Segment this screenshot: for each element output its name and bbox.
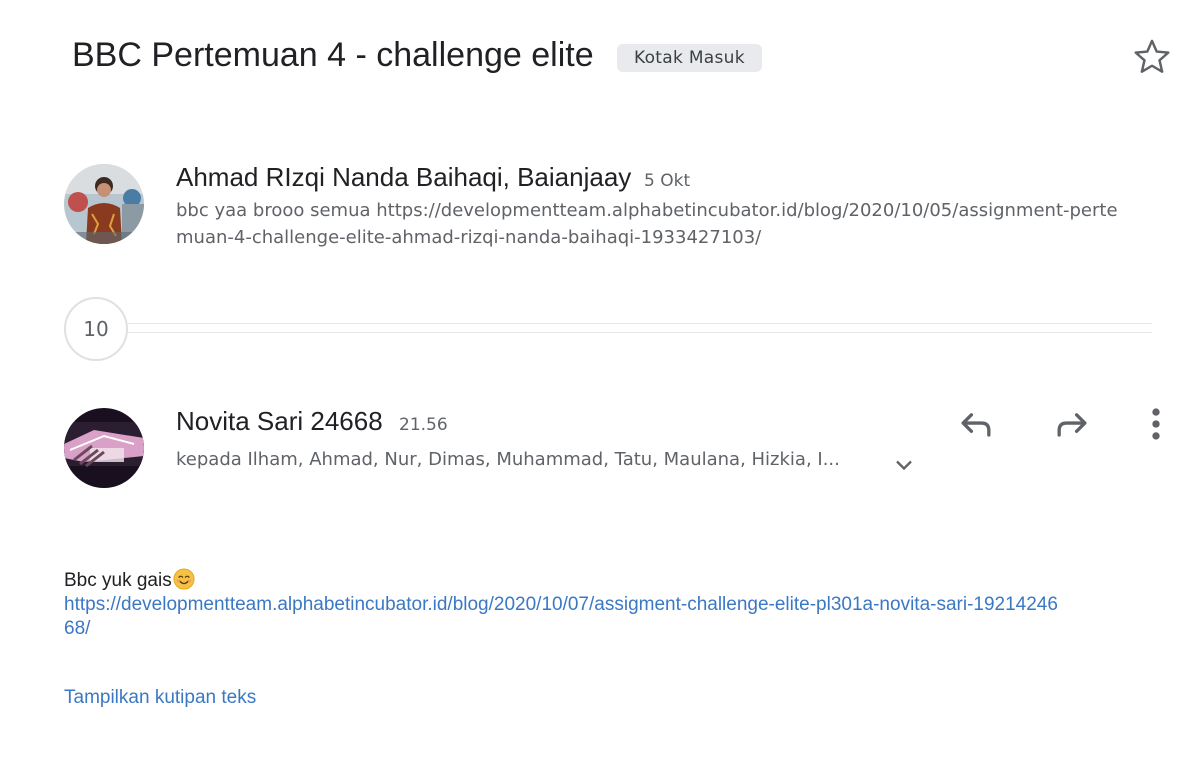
reply-icon[interactable]	[954, 402, 998, 446]
show-quoted-text-link[interactable]: Tampilkan kutipan teks	[64, 687, 256, 709]
message-time: 21.56	[399, 415, 448, 435]
avatar-ahmad[interactable]	[64, 164, 144, 244]
inbox-label-chip[interactable]: Kotak Masuk	[617, 44, 762, 72]
sender-name: Ahmad RIzqi Nanda Baihaqi, Baianjaay	[176, 162, 632, 192]
collapsed-count-button[interactable]: 10	[64, 297, 128, 361]
message-date: 5 Okt	[644, 171, 691, 191]
collapsed-messages-bar[interactable]	[128, 323, 1152, 333]
star-icon[interactable]	[1131, 36, 1173, 78]
message-snippet[interactable]: bbc yaa brooo semua https://developmentt…	[176, 197, 1126, 251]
recipients-list[interactable]: kepada Ilham, Ahmad, Nur, Dimas, Muhamma…	[176, 449, 840, 470]
sender-name: Novita Sari 24668	[176, 406, 383, 436]
email-subject: BBC Pertemuan 4 - challenge elite	[72, 36, 594, 74]
more-vert-icon[interactable]	[1134, 402, 1178, 446]
smiling-face-emoji	[173, 568, 195, 590]
forward-icon[interactable]	[1050, 402, 1094, 446]
message-body-text: Bbc yuk gais	[64, 568, 195, 592]
chevron-down-icon[interactable]	[890, 451, 918, 479]
avatar-novita[interactable]	[64, 408, 144, 488]
message-body-link[interactable]: https://developmentteam.alphabetincubato…	[64, 593, 1064, 641]
